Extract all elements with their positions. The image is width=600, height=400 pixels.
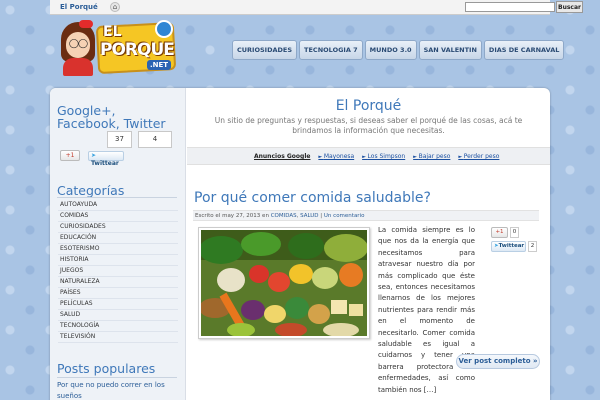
site-logo[interactable]: ◯◯ EL PORQUE .NET [55,18,178,78]
category-link[interactable]: EDUCACIÓN [58,233,178,244]
post-tweet-button[interactable]: ➤Twittear [491,241,526,252]
twitter-count: 4 [138,131,172,148]
top-bar: El Porqué ⌂ Buscar [50,0,583,15]
categories-heading: Categorías [57,183,125,198]
logo-name-text: PORQUE [100,40,175,60]
divider [57,377,177,378]
site-description: Un sitio de preguntas y respuestas, si d… [214,116,523,135]
category-link[interactable]: JUEGOS [58,266,178,277]
popular-heading: Posts populares [57,361,156,376]
tweet-button[interactable]: ➤ Twittear [88,151,124,167]
logo-el-text: EL [103,24,122,40]
category-list: AUTOAYUDA COMIDAS CURIOSIDADES EDUCACIÓN… [58,200,178,343]
read-more-button[interactable]: Ver post completo » [456,354,540,369]
ad-link[interactable]: Los Simpson [362,153,405,160]
site-title: El Porqué [335,98,402,114]
post-meta: Escrito el may 27, 2013 en COMIDAS, SALU… [193,210,539,221]
sidebar: Google+, Facebook, Twitter 37 4 +1 ➤ Twi… [50,88,186,400]
brand-link[interactable]: El Porqué [60,3,98,11]
brand-name: Porqué [69,3,98,11]
gplus-button[interactable]: +1 [60,150,80,161]
main-content: El Porqué Un sitio de preguntas y respue… [187,88,550,400]
home-icon[interactable]: ⌂ [110,2,120,12]
category-link[interactable]: ESOTERISMO [58,244,178,255]
post-gplus-button[interactable]: +1 [491,227,508,238]
nav-item-carnaval[interactable]: DIAS DE CARNAVAL [483,40,565,60]
post-category-link[interactable]: SALUD [300,213,318,219]
category-link[interactable]: HISTORIA [58,255,178,266]
search-button[interactable]: Buscar [556,1,583,13]
nav-item-mundo[interactable]: MUNDO 3.0 [364,40,417,60]
category-link[interactable]: COMIDAS [58,211,178,222]
brand-el: El [60,3,68,11]
post-tweet-count: 2 [528,241,537,252]
main-nav: CURIOSIDADES TECNOLOGIA 7 MUNDO 3.0 SAN … [232,40,565,60]
ads-bar: Anuncios Google Mayonesa Los Simpson Baj… [187,147,550,165]
category-link[interactable]: AUTOAYUDA [58,200,178,211]
post-date: Escrito el may 27, 2013 en [195,213,269,219]
nav-item-curiosidades[interactable]: CURIOSIDADES [232,40,298,60]
category-link[interactable]: PAÍSES [58,288,178,299]
globe-icon [155,20,173,38]
divider [57,197,177,198]
category-link[interactable]: TECNOLOGÍA [58,321,178,332]
twitter-bird-icon: ➤ [91,152,97,159]
logo-tld-badge: .NET [147,60,172,70]
category-link[interactable]: CURIOSIDADES [58,222,178,233]
post-tweet-label: Twittear [498,243,525,249]
ads-label: Anuncios Google [254,153,311,160]
page-frame: Google+, Facebook, Twitter 37 4 +1 ➤ Twi… [50,88,550,400]
post-category-link[interactable]: COMIDAS [271,213,297,219]
facebook-count: 37 [107,131,132,148]
post-image[interactable] [198,227,370,339]
category-link[interactable]: PELÍCULAS [58,299,178,310]
category-link[interactable]: TELEVISIÓN [58,332,178,343]
category-link[interactable]: SALUD [58,310,178,321]
post-excerpt: La comida siempre es lo que nos da la en… [378,226,475,394]
social-heading: Google+, Facebook, Twitter [57,103,166,131]
vegetables-image [199,230,368,337]
ad-link[interactable]: Mayonesa [318,153,354,160]
popular-post-link[interactable]: Por que no puedo correr en los sueños [57,380,179,400]
ad-link[interactable]: Perder peso [458,153,499,160]
ad-link[interactable]: Bajar peso [413,153,450,160]
nav-item-san-valentin[interactable]: SAN VALENTIN [418,40,482,60]
nav-item-tecnologia[interactable]: TECNOLOGIA 7 [299,40,363,60]
post-comments-link[interactable]: Un comentario [324,213,365,219]
post-title[interactable]: Por qué comer comida saludable? [194,190,431,206]
tweet-label: Twittear [91,160,119,167]
search-input[interactable] [465,2,555,12]
category-link[interactable]: NATURALEZA [58,277,178,288]
post-gplus-count: 0 [510,227,519,238]
logo-mascot: ◯◯ [57,20,97,76]
